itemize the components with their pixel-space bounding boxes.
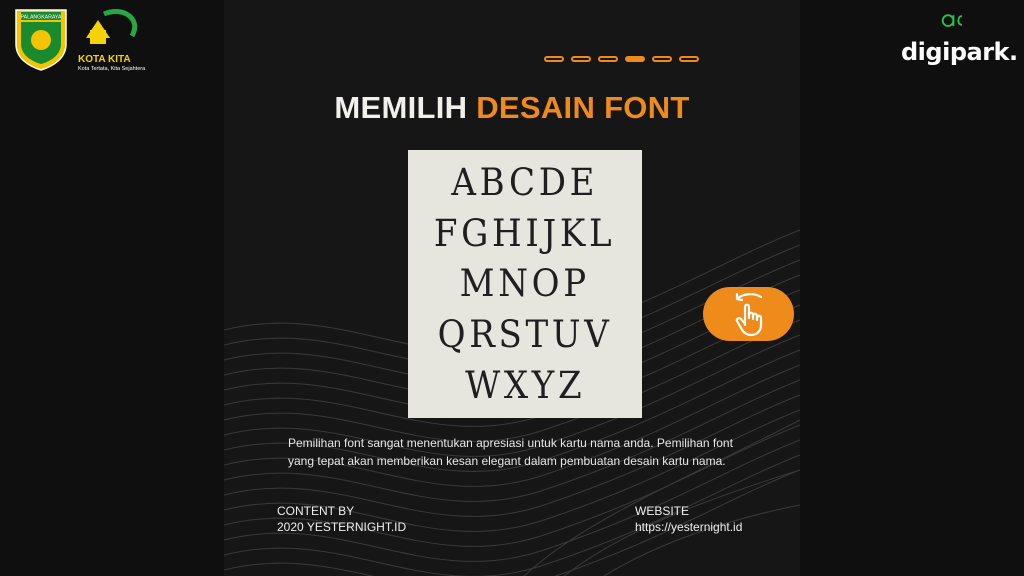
- font-row: MNOP: [459, 262, 591, 306]
- title-part-2: DESAIN FONT: [476, 90, 690, 125]
- svg-text:PALANGKARAYA: PALANGKARAYA: [21, 15, 62, 21]
- title-part-1: MEMILIH: [334, 90, 477, 125]
- website-link[interactable]: https://yesternight.id: [635, 519, 742, 535]
- kota-kita-logo: KOTA KITA Kota Tertata, Kita Sejahtera: [78, 9, 146, 72]
- progress-dot[interactable]: [544, 56, 564, 62]
- description-text: Pemilihan font sangat menentukan apresia…: [288, 436, 733, 468]
- website-credit: WEBSITE https://yesternight.id: [635, 503, 742, 535]
- progress-dot[interactable]: [625, 56, 645, 62]
- swipe-hand-icon: [735, 292, 763, 337]
- progress-dot[interactable]: [598, 56, 618, 62]
- font-row: WXYZ: [464, 364, 586, 408]
- progress-dot[interactable]: [652, 56, 672, 62]
- partner-logos: PALANGKARAYA KOTA KITA Kota Tertata, Kit…: [15, 9, 146, 72]
- content-credit: CONTENT BY 2020 YESTERNIGHT.ID: [277, 503, 406, 535]
- page-title: MEMILIH DESAIN FONT: [224, 90, 800, 126]
- font-row: FGHIJKL: [434, 211, 616, 255]
- swipe-next-button[interactable]: [703, 287, 794, 341]
- svg-text:KOTA KITA: KOTA KITA: [78, 54, 131, 65]
- progress-indicator: [544, 56, 699, 62]
- website-label: WEBSITE: [635, 504, 690, 518]
- content-by-value: 2020 YESTERNIGHT.ID: [277, 520, 407, 534]
- font-sample-card: ABCDE FGHIJKL MNOP QRSTUV WXYZ: [408, 150, 642, 418]
- progress-dot[interactable]: [679, 56, 699, 62]
- content-by-label: CONTENT BY: [277, 504, 355, 518]
- font-row: ABCDE: [451, 160, 599, 204]
- digipark-logo-text: digipark.: [901, 38, 1018, 66]
- palangkaraya-crest-icon: PALANGKARAYA: [15, 9, 67, 71]
- font-row: QRSTUV: [437, 313, 613, 357]
- svg-text:Kota Tertata, Kita Sejahtera: Kota Tertata, Kita Sejahtera: [78, 66, 146, 72]
- progress-dot[interactable]: [571, 56, 591, 62]
